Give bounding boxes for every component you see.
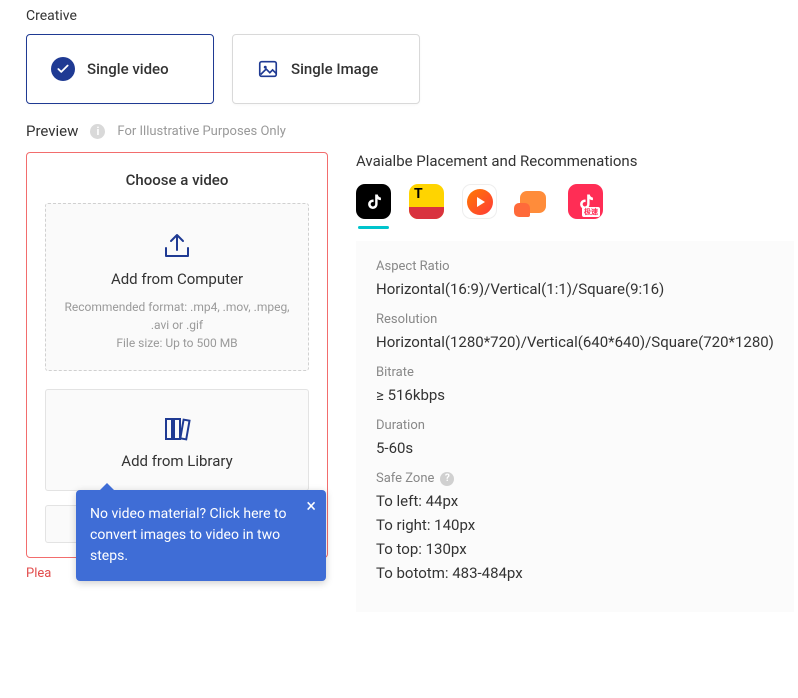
creative-option-single-video[interactable]: Single video xyxy=(26,34,214,104)
spec-value-duration: 5-60s xyxy=(376,439,774,457)
add-from-computer-title: Add from Computer xyxy=(62,270,292,288)
creative-option-single-image[interactable]: Single Image xyxy=(232,34,420,104)
upload-hint-format: Recommended format: .mp4, .mov, .mpeg, .… xyxy=(62,298,292,334)
spec-label-bitrate: Bitrate xyxy=(376,365,774,380)
spec-label-duration: Duration xyxy=(376,418,774,433)
library-icon xyxy=(62,416,292,442)
image-icon xyxy=(257,58,279,80)
creative-heading: Creative xyxy=(26,8,778,24)
upload-icon xyxy=(62,232,292,260)
choose-video-title: Choose a video xyxy=(45,171,309,189)
tooltip-arrow xyxy=(100,483,114,490)
creative-section: Creative Single video Single Image xyxy=(26,8,778,104)
main-columns: Choose a video Add from Computer Recomme… xyxy=(26,152,778,612)
spec-value-safe-right: To right: 140px xyxy=(376,516,774,534)
spec-value-resolution: Horizontal(1280*720)/Vertical(640*640)/S… xyxy=(376,333,774,351)
close-icon[interactable]: × xyxy=(306,498,316,516)
preview-note: For Illustrative Purposes Only xyxy=(117,124,286,139)
upload-hint-size: File size: Up to 500 MB xyxy=(62,334,292,352)
placement-icon-tiktok-lite[interactable]: 极速 xyxy=(568,184,603,219)
placement-title: Avaialbe Placement and Recommenations xyxy=(356,152,794,170)
placement-icon-topbuzz[interactable]: T♪ xyxy=(409,184,444,219)
spec-value-aspect-ratio: Horizontal(16:9)/Vertical(1:1)/Square(9:… xyxy=(376,280,774,298)
help-icon[interactable]: ? xyxy=(440,472,454,486)
creative-option-label: Single video xyxy=(87,60,169,78)
spec-value-safe-top: To top: 130px xyxy=(376,540,774,558)
preview-header: Preview i For Illustrative Purposes Only xyxy=(26,122,778,140)
placement-icon-vigo[interactable] xyxy=(462,184,497,219)
tooltip-text: No video material? Click here to convert… xyxy=(90,506,286,564)
placement-icon-row: T♪ 极速 xyxy=(356,184,794,219)
info-icon: i xyxy=(90,124,105,139)
spec-label-safe-zone: Safe Zone ? xyxy=(376,471,774,486)
add-from-library-title: Add from Library xyxy=(62,452,292,470)
spec-value-safe-bottom: To bototm: 483-484px xyxy=(376,564,774,582)
spec-value-bitrate: ≥ 516kbps xyxy=(376,386,774,404)
create-video-tooltip: × No video material? Click here to conve… xyxy=(76,490,326,581)
placement-panel: Avaialbe Placement and Recommenations T♪… xyxy=(356,152,794,612)
preview-label: Preview xyxy=(26,122,78,140)
spec-label-resolution: Resolution xyxy=(376,312,774,327)
spec-box: Aspect Ratio Horizontal(16:9)/Vertical(1… xyxy=(356,241,794,612)
spec-label-aspect-ratio: Aspect Ratio xyxy=(376,259,774,274)
creative-option-label: Single Image xyxy=(291,60,378,78)
placement-icon-tiktok[interactable] xyxy=(356,184,391,219)
placement-icon-helo[interactable] xyxy=(515,184,550,219)
add-from-computer-button[interactable]: Add from Computer Recommended format: .m… xyxy=(45,203,309,371)
check-icon xyxy=(51,57,75,81)
creative-type-row: Single video Single Image xyxy=(26,34,778,104)
add-from-library-button[interactable]: Add from Library xyxy=(45,389,309,491)
spec-value-safe-left: To left: 44px xyxy=(376,492,774,510)
